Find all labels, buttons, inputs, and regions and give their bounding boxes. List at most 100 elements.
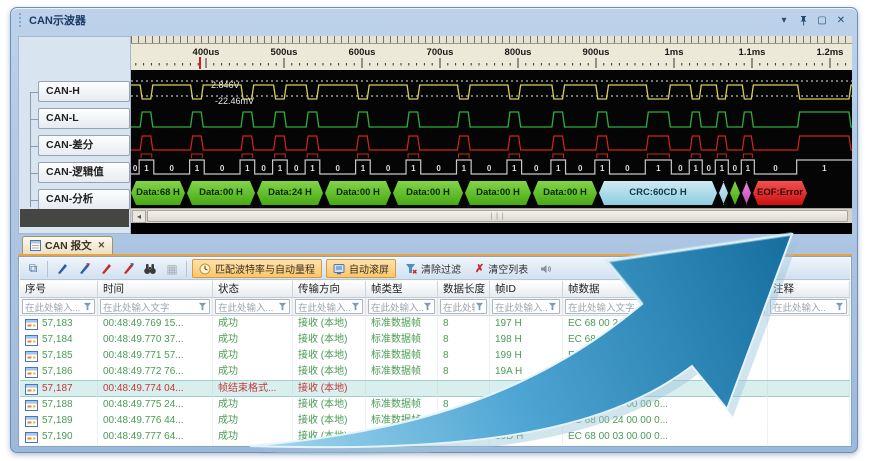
column-header-4[interactable]: 帧类型 — [366, 281, 438, 298]
frame-segment-crc[interactable]: CRC:60CD H — [599, 181, 717, 205]
filter-input[interactable]: 在此处输入文字 — [100, 299, 210, 314]
column-settings-icon[interactable]: ▦ — [163, 260, 181, 278]
svg-text:0: 0 — [578, 164, 583, 173]
frame-segment-data[interactable]: Data:00 H — [465, 181, 531, 205]
frame-segment-data[interactable] — [730, 181, 740, 205]
frame-segment-crc[interactable] — [719, 181, 728, 205]
waveform-canvas[interactable]: 2.846V -22.46mV 0 1 0 1 0 1 0 1 0 1 0 1 0 1 0 1 0 1 0 1 0 1 0 1 0 1… — [131, 70, 852, 208]
pin-icon[interactable] — [795, 13, 811, 28]
table-row[interactable]: 57,188 00:48:49.775 24... 成功 接收 (本地) 标准数据帧 8 1… — [20, 397, 850, 413]
filter-input[interactable]: 在此处输入.. — [770, 299, 847, 314]
close-icon[interactable]: ✕ — [833, 13, 849, 28]
scroll-left-arrow-icon[interactable]: ◂ — [132, 209, 146, 223]
frame-segment-data[interactable]: Data:00 H — [393, 181, 463, 205]
filter-funnel-icon[interactable] — [198, 302, 207, 311]
column-header-2[interactable]: 状态 — [213, 281, 293, 298]
filter-funnel-icon[interactable] — [753, 302, 762, 311]
filter-input[interactable]: 在此处输入... — [368, 299, 435, 314]
filter-funnel-icon[interactable] — [278, 302, 287, 311]
channel-button-can-l[interactable]: CAN-L — [30, 108, 130, 129]
overview-ruler[interactable] — [131, 36, 852, 44]
table-row[interactable]: 57,190 00:48:49.777 64... 成功 接收 (本地) 标准数据帧 8 1… — [20, 429, 850, 445]
frame-segment-data[interactable]: Data:00 H — [325, 181, 391, 205]
frame-segment-data[interactable]: Data:00 H — [187, 181, 255, 205]
svg-text:1: 1 — [144, 164, 149, 173]
marker-pen-blue-icon-1[interactable] — [53, 260, 71, 278]
clear-filter-funnel-icon — [406, 263, 417, 274]
cell-frame_id: 19B H — [490, 413, 563, 429]
tab-can-messages[interactable]: CAN 报文 ✕ — [22, 236, 114, 254]
toolbar: ⧉ ▦ 匹配波特率与自动量程 自动滚屏 清除过滤 ✗ 清空列表 — [20, 258, 850, 280]
table-row[interactable]: 57,184 00:48:49.770 37... 成功 接收 (本地) 标准数据帧 8 1… — [20, 332, 850, 348]
clear-filter-button[interactable]: 清除过滤 — [400, 259, 466, 278]
cell-frame_data: EC 68 00 00 00 00 0... — [563, 364, 768, 380]
cell-direction: 接收 (本地) — [293, 332, 366, 348]
channel-button-can-h[interactable]: CAN-H — [30, 81, 130, 102]
column-header-1[interactable]: 时间 — [98, 281, 213, 298]
column-header-0[interactable]: 序号 — [20, 281, 98, 298]
time-ruler[interactable]: 400us 500us 600us 700us 800us 900us 1ms 1.1ms 1.… — [131, 44, 852, 70]
frame-segment-ack[interactable] — [742, 181, 751, 205]
cell-direction: 接收 (本地) — [293, 348, 366, 364]
frame-segment-data[interactable]: Data:00 H — [533, 181, 597, 205]
filter-input[interactable]: 在此处输入... — [295, 299, 363, 314]
drag-grip-icon[interactable] — [19, 13, 23, 27]
filter-input[interactable]: 在此处输入... — [215, 299, 290, 314]
cell-comment — [768, 332, 850, 348]
svg-text:1: 1 — [600, 164, 605, 173]
message-icon — [25, 350, 38, 362]
cell-frame_data: EC 68 00 03 00 00 0... — [563, 429, 768, 445]
table-row[interactable]: 57,183 00:48:49.769 15... 成功 接收 (本地) 标准数据帧 8 1… — [20, 316, 850, 332]
channel-button-can-[interactable]: CAN-分析 — [30, 189, 130, 210]
clear-filter-label: 清除过滤 — [421, 265, 461, 276]
search-binoculars-icon[interactable] — [141, 260, 159, 278]
tab-close-icon[interactable]: ✕ — [98, 240, 106, 251]
svg-text:2.846V: 2.846V — [211, 80, 240, 90]
frame-segment-data[interactable]: Data:68 H — [131, 181, 185, 205]
table-row[interactable]: 57,187 00:48:49.774 04... 帧结束格式... 接收 (本地) — [20, 380, 850, 397]
cell-frame_data: EC 68 00 24 00 0... — [563, 316, 768, 332]
marker-pen-red-icon-1[interactable] — [97, 260, 115, 278]
filter-input[interactable]: 在此处输入... — [22, 299, 95, 314]
column-header-5[interactable]: 数据长度 — [438, 281, 490, 298]
maximize-icon[interactable]: ▢ — [814, 13, 830, 28]
frame-segment-data[interactable]: Data:24 H — [257, 181, 323, 205]
copy-icon[interactable]: ⧉ — [24, 260, 42, 278]
clear-list-button[interactable]: ✗ 清空列表 — [470, 259, 533, 278]
filter-funnel-icon[interactable] — [475, 302, 484, 311]
cell-length: 8 — [438, 348, 490, 364]
column-header-8[interactable]: 注释 — [768, 281, 850, 298]
cell-length: 8 — [438, 364, 490, 380]
cell-comment — [768, 381, 850, 397]
tab-bar: CAN 报文 ✕ — [18, 236, 852, 254]
scrollbar-grip-icon: | | | — [490, 212, 505, 220]
filter-funnel-icon[interactable] — [423, 302, 432, 311]
scrollbar-thumb[interactable]: | | | — [147, 210, 848, 222]
table-row[interactable]: 57,186 00:48:49.772 76... 成功 接收 (本地) 标准数据帧 8 1… — [20, 364, 850, 380]
marker-pen-blue-icon-2[interactable] — [75, 260, 93, 278]
filter-input[interactable]: 在此处输入文字 — [565, 299, 765, 314]
table-row[interactable]: 57,189 00:48:49.776 44... 成功 接收 (本地) 标准数据帧 8 1… — [20, 413, 850, 429]
column-header-6[interactable]: 帧ID — [490, 281, 563, 298]
sound-speaker-icon[interactable] — [537, 260, 555, 278]
filter-input[interactable]: 在此处输入... — [492, 299, 560, 314]
column-header-3[interactable]: 传输方向 — [293, 281, 366, 298]
marker-pen-red-icon-2[interactable] — [119, 260, 137, 278]
frame-segment-eof[interactable]: EOF:Error — [753, 181, 807, 205]
filter-funnel-icon[interactable] — [835, 302, 844, 311]
filter-funnel-icon[interactable] — [351, 302, 360, 311]
horizontal-scrollbar[interactable]: ◂ | | | — [131, 208, 852, 223]
filter-input[interactable]: 在此处输入... — [440, 299, 487, 314]
channel-button-can-[interactable]: CAN-逻辑值 — [30, 162, 130, 183]
can-oscilloscope-window: CAN示波器 ▾ ▢ ✕ CAN-H CAN-L CAN-差分 CAN-逻辑值 CAN-… — [10, 7, 858, 453]
table-row[interactable]: 57,185 00:48:49.771 57... 成功 接收 (本地) 标准数据帧 8 1… — [20, 348, 850, 364]
channel-button-can-[interactable]: CAN-差分 — [30, 135, 130, 156]
autoscroll-button[interactable]: 自动滚屏 — [326, 259, 396, 278]
column-header-7[interactable]: 帧数据 — [563, 281, 768, 298]
filter-funnel-icon[interactable] — [548, 302, 557, 311]
match-baudrate-button[interactable]: 匹配波特率与自动量程 — [192, 259, 322, 278]
window-title: CAN示波器 — [29, 15, 86, 27]
filter-funnel-icon[interactable] — [83, 302, 92, 311]
menu-dropdown-icon[interactable]: ▾ — [776, 13, 792, 28]
svg-text:1: 1 — [245, 164, 250, 173]
